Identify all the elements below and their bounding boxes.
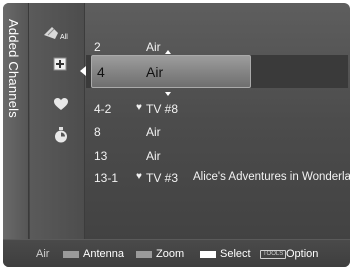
select-key-icon — [200, 251, 216, 258]
channel-number: 4 — [97, 64, 105, 80]
favorite-heart-icon[interactable] — [54, 98, 68, 111]
channel-row[interactable]: 8 Air — [86, 122, 348, 142]
favorite-heart-icon: ♥ — [136, 171, 142, 182]
channel-row-selected[interactable]: 4 Air — [91, 55, 251, 88]
channel-list: 2 Air 4 Air 4-2 ♥ TV #8 8 Air 13 Air 13-… — [80, 3, 350, 239]
zoom-button[interactable]: Zoom — [156, 248, 184, 260]
channel-name: Air — [146, 125, 161, 139]
channel-row[interactable]: 2 Air — [86, 37, 348, 57]
mode-icon-column: All — [30, 3, 85, 239]
program-title: Alice's Adventures in Wonderland — [193, 171, 350, 183]
added-channels-panel: Added Channels All 2 Air 4 Air 4-2 ♥ TV … — [3, 3, 350, 267]
channel-name: TV #3 — [146, 171, 179, 185]
channel-row[interactable]: 4-2 ♥ TV #8 — [86, 99, 348, 119]
all-label: All — [60, 34, 68, 41]
antenna-button[interactable]: Antenna — [83, 248, 124, 260]
timer-clock-icon[interactable] — [54, 127, 68, 143]
side-tab: Added Channels — [3, 3, 29, 239]
channel-name: TV #8 — [146, 102, 179, 116]
channel-row[interactable]: 13-1 ♥ TV #3 Alice's Adventures in Wonde… — [86, 168, 350, 188]
channel-number: 2 — [94, 40, 101, 54]
selection-arrow-icon — [80, 66, 86, 76]
source-label: Air — [36, 248, 50, 260]
channel-number: 4-2 — [94, 102, 112, 116]
channel-row[interactable]: 13 Air — [86, 146, 348, 166]
added-channels-icon[interactable] — [53, 57, 67, 71]
select-button[interactable]: Select — [220, 248, 251, 260]
scroll-down-icon — [165, 92, 171, 96]
panel-title: Added Channels — [6, 19, 21, 118]
antenna-key-icon — [63, 251, 79, 258]
channel-number: 13-1 — [94, 171, 119, 185]
zoom-key-icon — [136, 251, 152, 258]
channel-number: 8 — [94, 125, 101, 139]
channel-name: Air — [146, 149, 161, 163]
all-channels-icon[interactable]: All — [42, 23, 76, 43]
tools-key-icon: TOOLS — [260, 250, 287, 259]
option-button[interactable]: Option — [286, 248, 318, 260]
scroll-up-icon — [165, 50, 171, 54]
channel-name: Air — [146, 40, 161, 54]
channel-name: Air — [146, 64, 164, 80]
channel-number: 13 — [94, 149, 108, 163]
footer-bar: Air Antenna Zoom Select TOOLS Option — [3, 239, 350, 267]
favorite-heart-icon: ♥ — [136, 102, 142, 113]
